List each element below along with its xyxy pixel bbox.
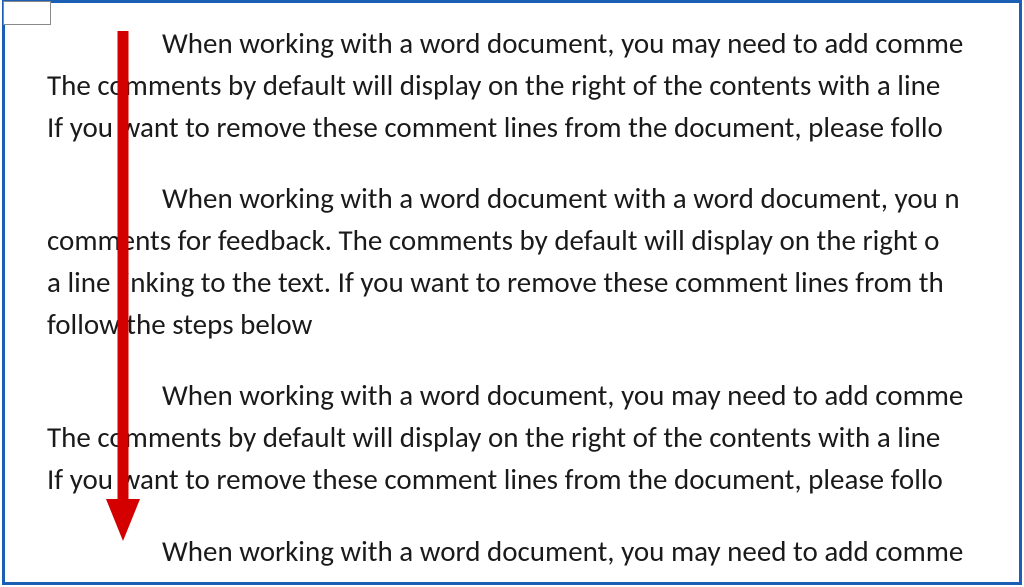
para-text: When working with a word document, you m…	[162, 533, 963, 569]
paragraph-2: When working with a word document with a…	[47, 178, 1019, 345]
para-text: If you want to remove these comment line…	[47, 461, 943, 497]
document-content: When working with a word document, you m…	[47, 23, 1019, 582]
para-text: The comments by default will display on …	[47, 419, 940, 455]
para-text: When working with a word document, you m…	[162, 25, 963, 61]
para-text: If you want to remove these comment line…	[47, 109, 943, 145]
para-text: follow the steps below	[47, 306, 312, 342]
para-text: The comments by default will display on …	[47, 67, 940, 103]
para-text: When working with a word document, you m…	[162, 377, 963, 413]
para-text: a line linking to the text. If you want …	[47, 264, 944, 300]
para-text: comments for feedback. The comments by d…	[47, 222, 939, 258]
para-text: The comments by default will display on …	[47, 574, 940, 582]
selection-handle[interactable]	[3, 1, 51, 25]
paragraph-3: When working with a word document, you m…	[47, 375, 1019, 500]
paragraph-1: When working with a word document, you m…	[47, 23, 1019, 148]
para-text: When working with a word document with a…	[162, 180, 960, 216]
document-viewport: When working with a word document, you m…	[2, 0, 1022, 585]
paragraph-4: When working with a word document, you m…	[47, 531, 1019, 583]
